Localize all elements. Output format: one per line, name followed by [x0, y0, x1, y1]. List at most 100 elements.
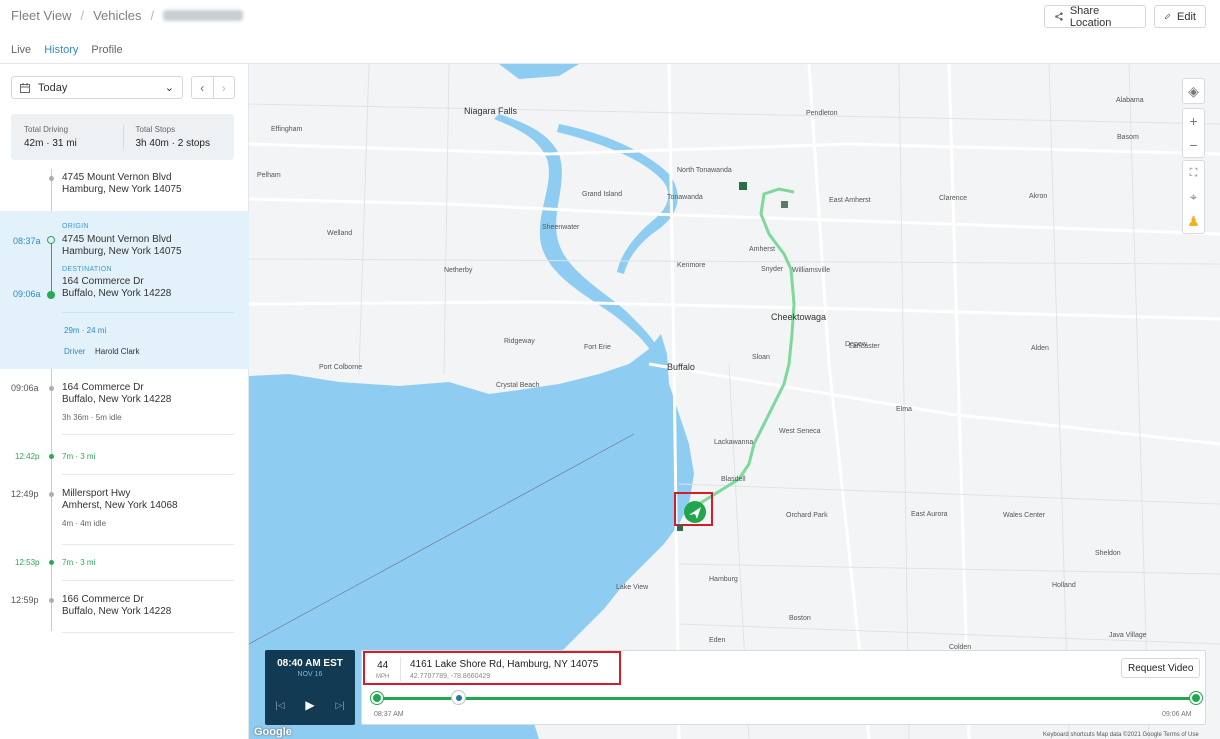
- date-select[interactable]: Today ⌄: [11, 76, 183, 99]
- map-place-label: Lake View: [616, 584, 649, 591]
- drive-duration: 7m · 3 mi: [62, 558, 96, 567]
- map-place-label: Hamburg: [709, 576, 738, 583]
- selected-trip[interactable]: ORIGIN 08:37a 4745 Mount Vernon Blvd Ham…: [0, 211, 249, 369]
- origin-time: 08:37a: [13, 236, 41, 246]
- origin-marker-icon: [47, 236, 55, 244]
- fullscreen-icon: ⛶: [1189, 166, 1198, 179]
- skip-forward-button[interactable]: ▷|: [335, 700, 344, 711]
- total-driving-value: 42m · 31 mi: [24, 138, 77, 149]
- map-base: [249, 64, 1220, 739]
- timeline-playhead[interactable]: [451, 690, 466, 705]
- stop-marker-icon: [677, 525, 683, 531]
- map-place-label: Wales Center: [1003, 512, 1046, 519]
- trip-sidebar: Today ⌄ ‹ › Total Driving 42m · 31 mi To…: [0, 64, 249, 739]
- map-place-label: Holland: [1052, 582, 1076, 589]
- timeline-end-handle[interactable]: [1190, 692, 1202, 704]
- map-place-label: Boston: [789, 615, 811, 622]
- calendar-icon: [20, 82, 30, 93]
- layers-button[interactable]: ◈: [1182, 79, 1205, 103]
- fullscreen-button[interactable]: ⛶: [1182, 161, 1205, 185]
- timeline-dot: [49, 386, 54, 391]
- map-place-label: Orchard Park: [786, 512, 828, 519]
- map-place-label: Basom: [1117, 134, 1139, 141]
- crosshair-icon: ⌖: [1190, 189, 1197, 204]
- map-layers-control: ◈: [1182, 78, 1205, 104]
- map-place-label: Effingham: [271, 126, 303, 133]
- map-place-label: Netherby: [444, 267, 473, 274]
- stop-address-line2: Buffalo, New York 14228: [62, 606, 172, 617]
- map-place-label: Eden: [709, 637, 726, 644]
- stop-time: 12:49p: [11, 489, 39, 499]
- date-nav: ‹ ›: [191, 76, 235, 99]
- zoom-out-button[interactable]: −: [1182, 133, 1205, 157]
- skip-back-icon: |◁: [275, 699, 285, 710]
- driver-name: Harold Clark: [95, 347, 140, 356]
- play-icon: ▶: [305, 698, 315, 712]
- recenter-button[interactable]: ⌖: [1182, 185, 1205, 209]
- timeline-end-time: 09:06 AM: [1162, 711, 1192, 718]
- map-place-label: Blasdell: [721, 476, 746, 483]
- map-place-label: Sloan: [752, 354, 770, 361]
- stop-time: 09:06a: [11, 383, 39, 393]
- map-place-label: Williamsville: [792, 267, 831, 274]
- playback-time: 08:40 AM EST: [277, 658, 343, 669]
- layers-icon: ◈: [1188, 82, 1199, 99]
- google-logo: Google: [254, 726, 292, 738]
- skip-forward-icon: ▷|: [335, 699, 345, 710]
- timeline-line: [51, 369, 52, 631]
- skip-back-button[interactable]: |◁: [275, 700, 284, 711]
- playback-clock: 08:40 AM EST NOV 16 |◁ ▶ ▷|: [265, 650, 355, 725]
- breadcrumb-fleet-view[interactable]: Fleet View: [11, 8, 71, 23]
- street-view-button[interactable]: ♟: [1182, 209, 1205, 233]
- request-video-button[interactable]: Request Video: [1121, 658, 1201, 678]
- destination-marker-icon: [47, 291, 55, 299]
- origin-address-line2: Hamburg, New York 14075: [62, 246, 182, 257]
- map-place-label: East Aurora: [911, 511, 948, 518]
- edit-label: Edit: [1177, 10, 1196, 23]
- map-place-label: Grand Island: [582, 191, 623, 198]
- total-stops: Total Stops 3h 40m · 2 stops: [122, 125, 235, 149]
- divider: [62, 312, 234, 313]
- stop-address-line1: Millersport Hwy: [62, 488, 131, 499]
- timeline-slider-track[interactable]: [376, 697, 1196, 700]
- next-day-button[interactable]: ›: [212, 77, 235, 98]
- map-attribution[interactable]: Keyboard shortcuts Map data ©2021 Google…: [1043, 732, 1199, 738]
- total-stops-value: 3h 40m · 2 stops: [135, 138, 210, 149]
- destination-label: DESTINATION: [62, 266, 112, 273]
- pegman-icon: ♟: [1187, 212, 1200, 229]
- route-path: [693, 187, 796, 509]
- map-place-label: Ridgeway: [504, 338, 535, 345]
- trip-summary: Total Driving 42m · 31 mi Total Stops 3h…: [11, 114, 234, 160]
- edit-button[interactable]: Edit: [1154, 5, 1206, 28]
- prev-day-button[interactable]: ‹: [192, 77, 213, 98]
- trip-route-line: [51, 239, 52, 294]
- timeline-start-handle[interactable]: [371, 692, 383, 704]
- divider: [62, 474, 234, 475]
- timeline-dot: [49, 598, 54, 603]
- timeline-dot: [49, 176, 54, 181]
- chevron-right-icon: ›: [221, 80, 226, 95]
- divider: [62, 632, 234, 633]
- chevron-left-icon: ‹: [200, 80, 205, 95]
- stop-marker-icon: [739, 182, 747, 190]
- destination-address-line2: Buffalo, New York 14228: [62, 288, 172, 299]
- map-place-label: Pendleton: [806, 110, 838, 117]
- play-button[interactable]: ▶: [305, 698, 314, 712]
- map-place-label: Clarence: [939, 195, 968, 202]
- stop-address-line2: Amherst, New York 14068: [62, 500, 178, 511]
- map-place-label: Pelham: [257, 172, 281, 179]
- stop-address-line2: Hamburg, New York 14075: [62, 184, 182, 195]
- playback-controls: |◁ ▶ ▷|: [265, 698, 355, 712]
- map-place-label: Cheektowaga: [771, 312, 827, 322]
- zoom-in-button[interactable]: +: [1182, 109, 1205, 133]
- map[interactable]: Niagara Falls Buffalo Cheektowaga Tonawanda…: [249, 64, 1220, 739]
- map-place-label: East Amherst: [829, 197, 871, 204]
- breadcrumb-vehicle-name-redacted: [163, 10, 244, 21]
- share-location-button[interactable]: Share Location: [1044, 5, 1146, 29]
- minus-icon: −: [1189, 137, 1198, 153]
- lake-ontario: [499, 64, 579, 79]
- breadcrumb-vehicles[interactable]: Vehicles: [93, 8, 141, 23]
- niagara-river-east: [557, 124, 678, 274]
- chevron-down-icon: ⌄: [164, 82, 174, 94]
- zoom-control: + −: [1182, 108, 1205, 158]
